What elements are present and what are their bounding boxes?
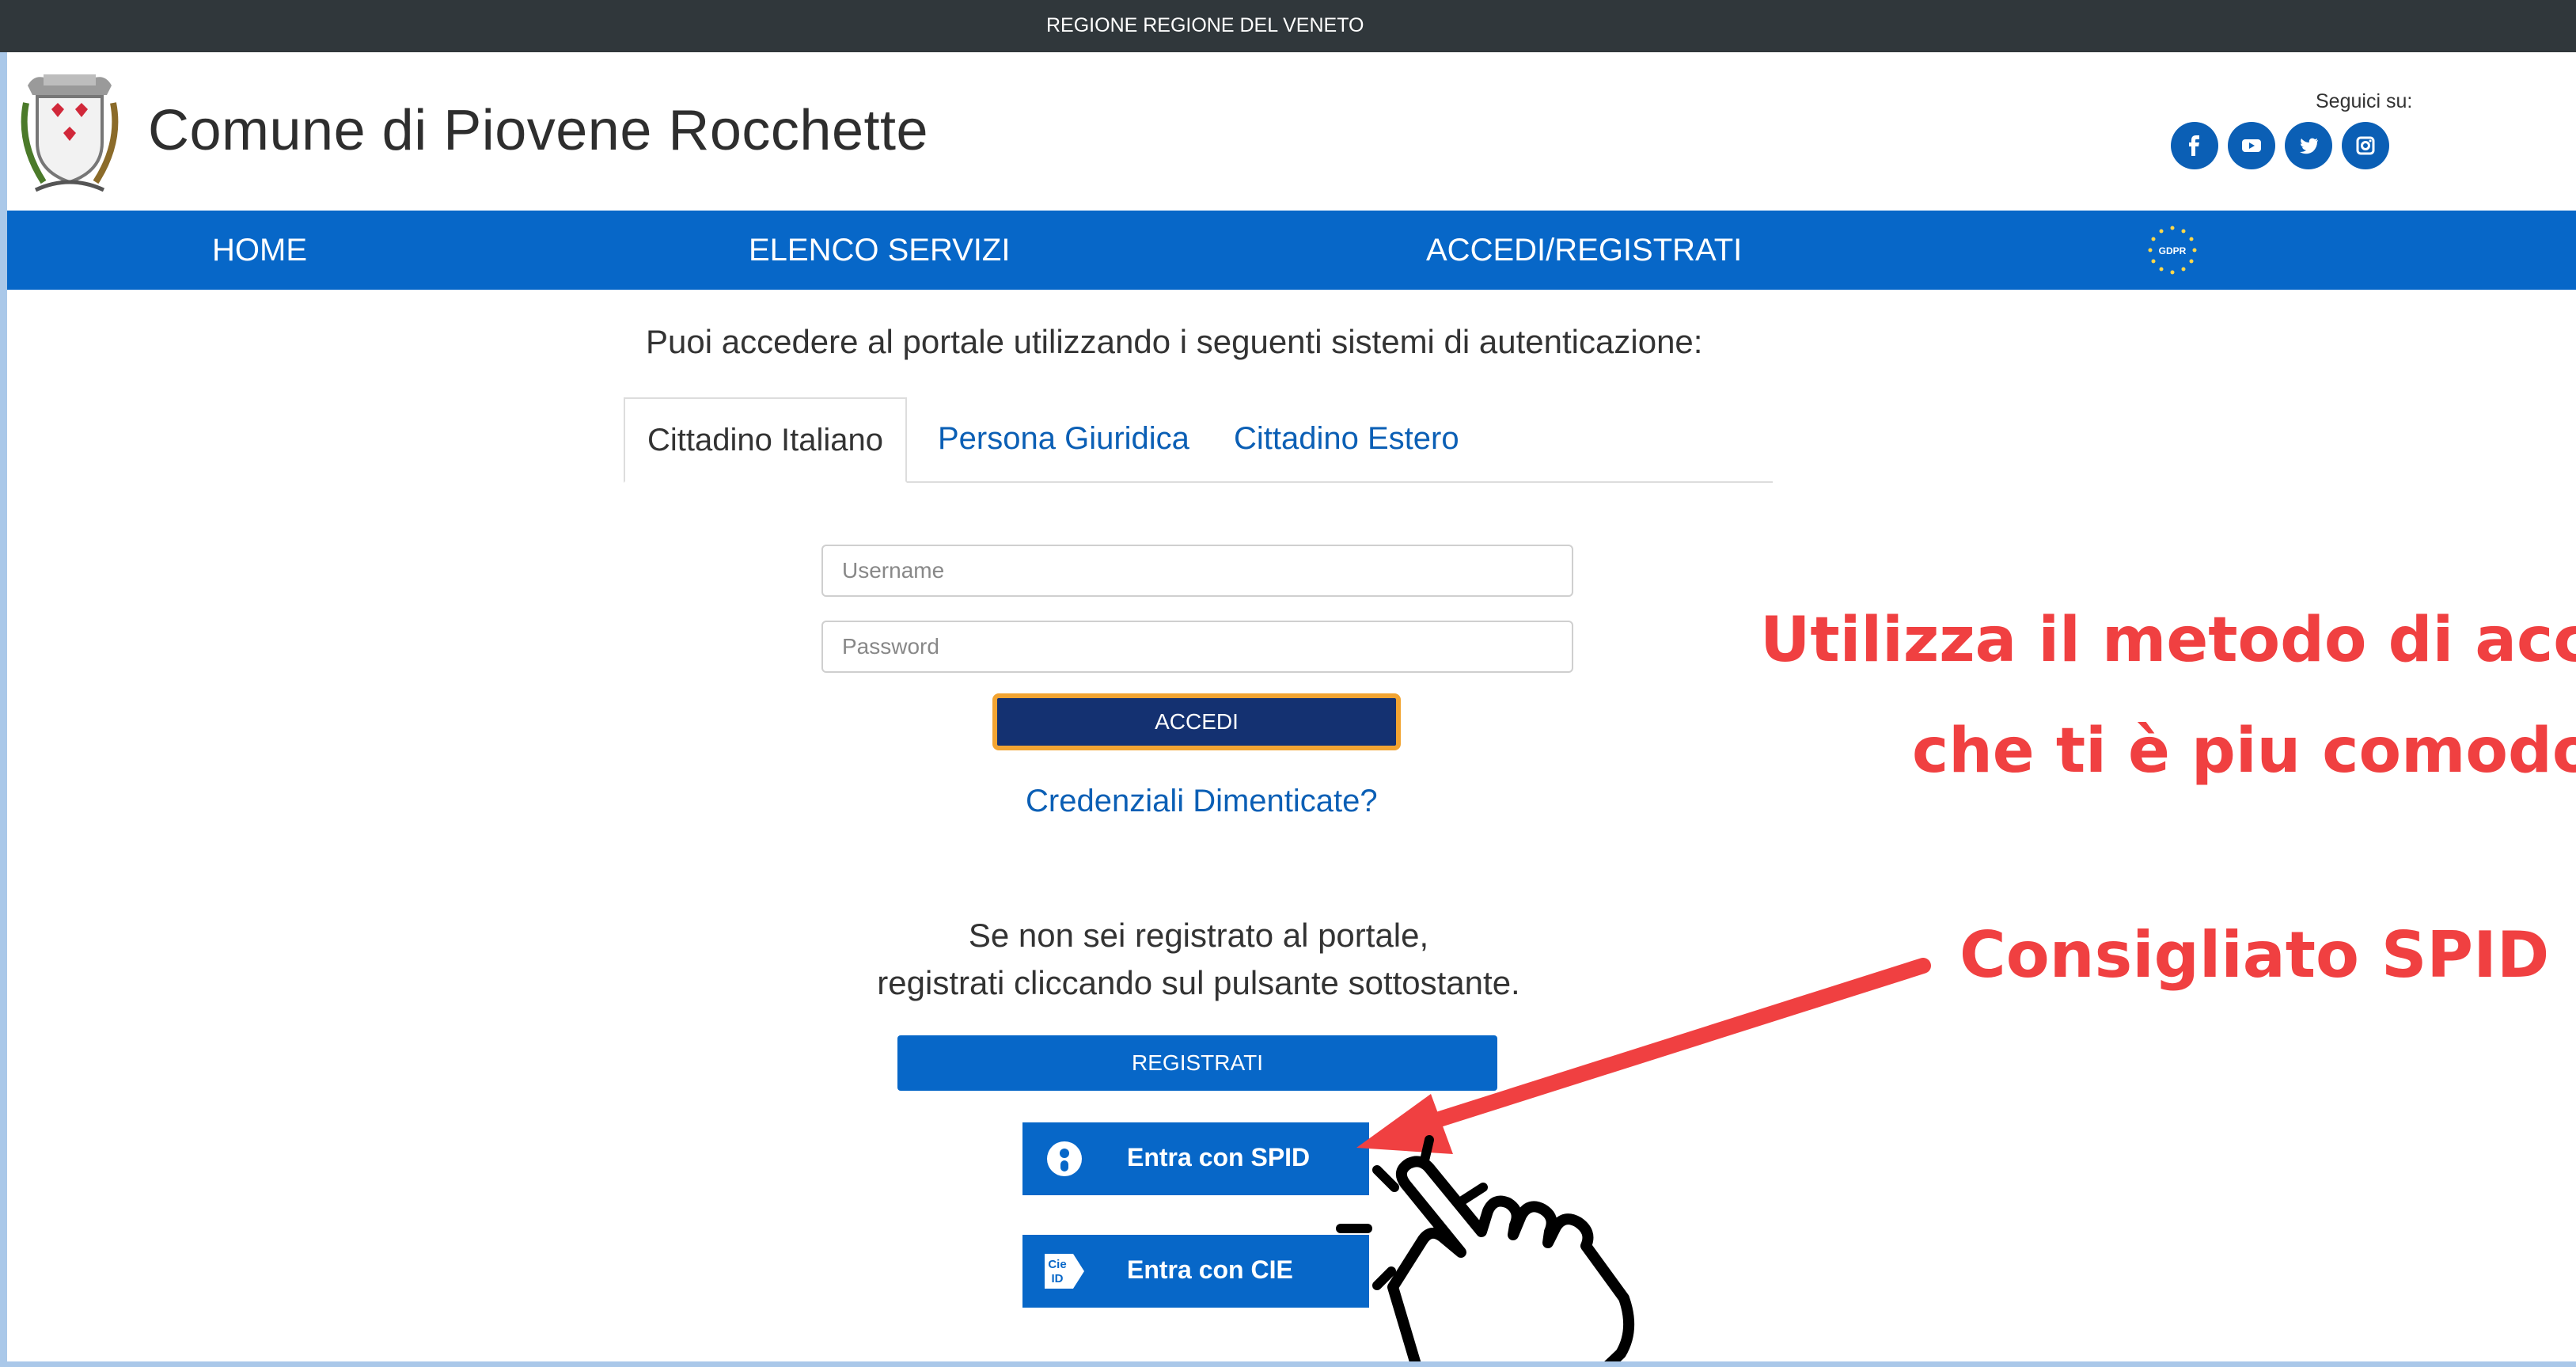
region-bar: REGIONE REGIONE DEL VENETO xyxy=(0,0,2576,52)
annotation-recommend: Consigliato SPID xyxy=(1960,918,2550,992)
svg-text:ID: ID xyxy=(1052,1272,1064,1285)
spid-login-button[interactable]: Entra con SPID xyxy=(1022,1122,1369,1195)
cie-label: Entra con CIE xyxy=(1127,1255,1293,1284)
auth-tabs: Cittadino Italiano Persona Giuridica Cit… xyxy=(624,397,1773,483)
cie-id-icon: Cie ID xyxy=(1045,1254,1084,1289)
tab-persona-giuridica[interactable]: Persona Giuridica xyxy=(938,397,1189,480)
facebook-icon[interactable] xyxy=(2171,122,2218,169)
gdpr-label: GDPR xyxy=(2159,245,2187,256)
annotation-line1: Utilizza il metodo di acc xyxy=(1760,605,2576,676)
svg-text:Cie: Cie xyxy=(1048,1258,1066,1271)
region-text: REGIONE REGIONE DEL VENETO xyxy=(1046,14,1364,36)
tab-cittadino-italiano[interactable]: Cittadino Italiano xyxy=(624,397,907,483)
municipal-crest-icon[interactable] xyxy=(20,63,120,198)
spid-label: Entra con SPID xyxy=(1127,1143,1311,1171)
accedi-button[interactable]: ACCEDI xyxy=(992,693,1401,750)
tab-cittadino-estero[interactable]: Cittadino Estero xyxy=(1234,397,1459,480)
twitter-icon[interactable] xyxy=(2285,122,2332,169)
instagram-icon[interactable] xyxy=(2342,122,2389,169)
password-input[interactable] xyxy=(821,621,1573,673)
bottom-border xyxy=(0,1361,2576,1367)
left-border xyxy=(0,0,7,1367)
nav-elenco-servizi[interactable]: ELENCO SERVIZI xyxy=(749,233,1010,268)
gdpr-icon[interactable]: GDPR xyxy=(2144,222,2201,279)
username-input[interactable] xyxy=(821,545,1573,597)
youtube-icon[interactable] xyxy=(2228,122,2275,169)
follow-label: Seguici su: xyxy=(2316,90,2413,112)
login-intro: Puoi accedere al portale utilizzando i s… xyxy=(646,323,1703,360)
arrow-head-icon xyxy=(1356,1094,1453,1154)
site-header: Comune di Piovene Rocchette Seguici su: xyxy=(7,52,2576,211)
spid-user-icon xyxy=(1047,1141,1082,1176)
forgot-credentials-link[interactable]: Credenziali Dimenticate? xyxy=(1026,784,1378,819)
register-button[interactable]: REGISTRATI xyxy=(897,1035,1497,1091)
nav-accedi-registrati[interactable]: ACCEDI/REGISTRATI xyxy=(1426,233,1742,268)
nav-home[interactable]: HOME xyxy=(212,233,307,268)
site-title[interactable]: Comune di Piovene Rocchette xyxy=(148,98,928,163)
annotation-line2: che ti è piu comodo xyxy=(1912,716,2576,787)
hand-cursor-icon xyxy=(1387,1156,1635,1367)
cie-login-button[interactable]: Cie ID Entra con CIE xyxy=(1022,1235,1369,1308)
main-nav: HOME ELENCO SERVIZI ACCEDI/REGISTRATI GD… xyxy=(7,211,2576,290)
